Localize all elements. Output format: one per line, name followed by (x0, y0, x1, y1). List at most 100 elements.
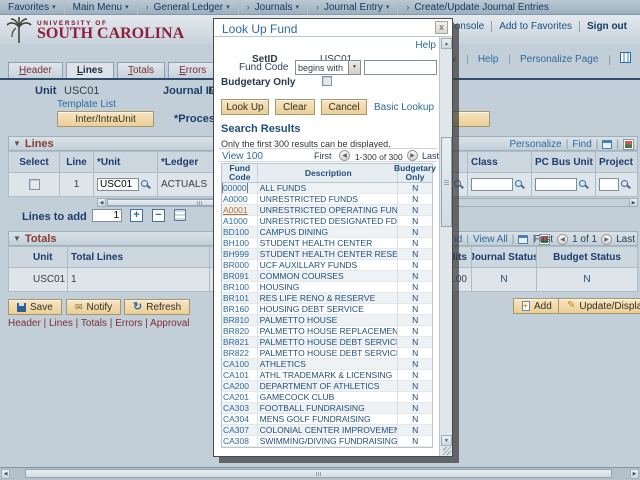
template-list-link[interactable]: Template List (57, 99, 116, 110)
line-select-checkbox[interactable] (28, 179, 40, 190)
tab-header[interactable]: Header (8, 62, 63, 78)
view-100-link[interactable]: View 100 (222, 151, 263, 162)
fund-code-link[interactable]: BR000 (223, 260, 249, 270)
fund-code-link[interactable]: A0000 (223, 194, 248, 204)
scroll-left-icon[interactable]: ◀ (1, 469, 10, 479)
lines-personalize-link[interactable]: Personalize (509, 139, 561, 150)
modal-help-link[interactable]: Help (415, 40, 436, 51)
collapse-triangle-icon[interactable]: ▼ (13, 139, 21, 148)
fund-code-link[interactable]: BR160 (223, 304, 249, 314)
lines-find-link[interactable]: Find (572, 139, 591, 150)
pc-bus-unit-lookup-icon[interactable] (579, 179, 589, 190)
fund-code-link[interactable]: CA101 (223, 370, 249, 380)
close-icon[interactable]: x (435, 21, 448, 34)
clear-button[interactable]: Clear (275, 99, 315, 115)
page-previous-icon[interactable]: ◀ (339, 150, 350, 161)
scroll-up-icon[interactable]: ▲ (441, 38, 452, 49)
totals-view-all-link[interactable]: View All (473, 234, 508, 245)
line-class-input[interactable] (471, 178, 513, 191)
lines-to-add-input[interactable] (92, 209, 122, 222)
page-next-icon[interactable]: ▶ (601, 234, 613, 245)
footer-link-totals[interactable]: Totals (81, 318, 107, 329)
totals-last-label[interactable]: Last (616, 234, 635, 245)
hidden-field-lookup-icon[interactable] (454, 179, 464, 190)
results-last-label[interactable]: Last (422, 151, 439, 161)
totals-first-label[interactable]: First (534, 234, 553, 245)
fund-code-link[interactable]: 00000 (222, 183, 248, 193)
resize-grip-icon[interactable] (443, 447, 451, 455)
fund-code-link[interactable]: CA304 (223, 414, 249, 424)
menu-favorites[interactable]: Favorites ▾ (0, 0, 65, 15)
add-to-favorites-link[interactable]: Add to Favorites (491, 21, 579, 32)
grid-layout-icon[interactable] (620, 52, 631, 63)
fund-code-link[interactable]: CA201 (223, 392, 249, 402)
unit-lookup-icon[interactable] (141, 179, 151, 190)
class-lookup-icon[interactable] (515, 179, 525, 190)
footer-link-errors[interactable]: Errors (115, 318, 142, 329)
basic-lookup-link[interactable]: Basic Lookup (374, 102, 434, 113)
download-spreadsheet-icon[interactable] (623, 139, 634, 150)
fund-code-link[interactable]: BR821 (223, 337, 249, 347)
footer-link-header[interactable]: Header (8, 318, 41, 329)
refresh-button[interactable]: ↻ Refresh (124, 299, 191, 315)
line-unit-input[interactable] (97, 178, 139, 191)
add-button[interactable]: Add (513, 298, 561, 314)
budget-status-value[interactable]: N (537, 268, 638, 292)
scroll-left-icon[interactable]: ◀ (97, 198, 106, 207)
fund-code-link[interactable]: BR100 (223, 282, 249, 292)
tab-lines[interactable]: Lines (65, 62, 114, 78)
breadcrumb-general-ledger[interactable]: › General Ledger ▾ (138, 0, 239, 15)
window-hscroll-thumb[interactable] (25, 469, 612, 478)
footer-link-approval[interactable]: Approval (150, 318, 189, 329)
fund-code-link[interactable]: CA307 (223, 425, 249, 435)
sign-out-link[interactable]: Sign out (579, 21, 634, 32)
chevron-down-icon[interactable]: ▼ (348, 61, 360, 74)
fund-code-link[interactable]: BR822 (223, 348, 249, 358)
line-project-input[interactable] (599, 178, 619, 191)
cancel-button[interactable]: Cancel (321, 99, 367, 115)
fund-code-link[interactable]: BH999 (223, 249, 249, 259)
update-display-button[interactable]: ✎Update/Display (558, 298, 640, 314)
project-lookup-icon[interactable] (621, 179, 631, 190)
fund-code-link[interactable]: BR810 (223, 315, 249, 325)
save-button[interactable]: Save (8, 299, 62, 315)
modal-vscroll-thumb[interactable] (441, 137, 452, 227)
fund-code-link[interactable]: CA308 (223, 436, 249, 446)
fund-code-link[interactable]: CA100 (223, 359, 249, 369)
scroll-down-icon[interactable]: ▼ (441, 435, 452, 446)
page-previous-icon[interactable]: ◀ (557, 234, 569, 245)
budgetary-only-checkbox[interactable] (322, 76, 332, 86)
menu-main-menu[interactable]: Main Menu ▾ (65, 0, 138, 15)
tab-totals[interactable]: Totals (116, 62, 166, 78)
fund-code-link[interactable]: BH100 (223, 238, 249, 248)
results-first-label[interactable]: First (314, 151, 332, 161)
footer-link-lines[interactable]: Lines (49, 318, 73, 329)
scroll-right-icon[interactable]: ▶ (629, 198, 638, 207)
fund-code-link[interactable]: A1000 (223, 216, 248, 226)
line-pc-bus-unit-input[interactable] (535, 178, 577, 191)
operator-select[interactable]: begins with ▼ (295, 60, 361, 75)
tab-errors[interactable]: Errors (168, 62, 218, 78)
zoom-window-icon[interactable] (518, 235, 529, 244)
fund-code-input[interactable] (364, 60, 437, 75)
scroll-right-icon[interactable]: ▶ (630, 469, 639, 479)
fund-code-link[interactable]: BR101 (223, 293, 249, 303)
add-line-button[interactable]: + (130, 209, 143, 222)
copy-journal-lines-icon[interactable] (174, 209, 186, 221)
help-link[interactable]: Help (461, 54, 503, 65)
journal-status-value[interactable]: N (472, 268, 537, 292)
look-up-button[interactable]: Look Up (221, 99, 269, 115)
inter-intra-unit-button[interactable]: Inter/IntraUnit (57, 111, 154, 127)
breadcrumb-journal-entry[interactable]: › Journal Entry ▾ (308, 0, 399, 15)
page-next-icon[interactable]: ▶ (407, 150, 418, 161)
fund-code-link[interactable]: BD100 (223, 227, 249, 237)
breadcrumb-journals[interactable]: › Journals ▾ (239, 0, 308, 15)
fund-code-link[interactable]: A0001 (223, 205, 248, 215)
modal-vscrollbar[interactable]: ▲ ▼ (439, 37, 452, 456)
fund-code-link[interactable]: BR820 (223, 326, 249, 336)
fund-code-link[interactable]: CA303 (223, 403, 249, 413)
fund-code-link[interactable]: BR091 (223, 271, 249, 281)
collapse-triangle-icon[interactable]: ▼ (13, 234, 21, 243)
delete-line-button[interactable]: − (152, 209, 165, 222)
personalize-page-link[interactable]: Personalize Page (503, 54, 603, 65)
